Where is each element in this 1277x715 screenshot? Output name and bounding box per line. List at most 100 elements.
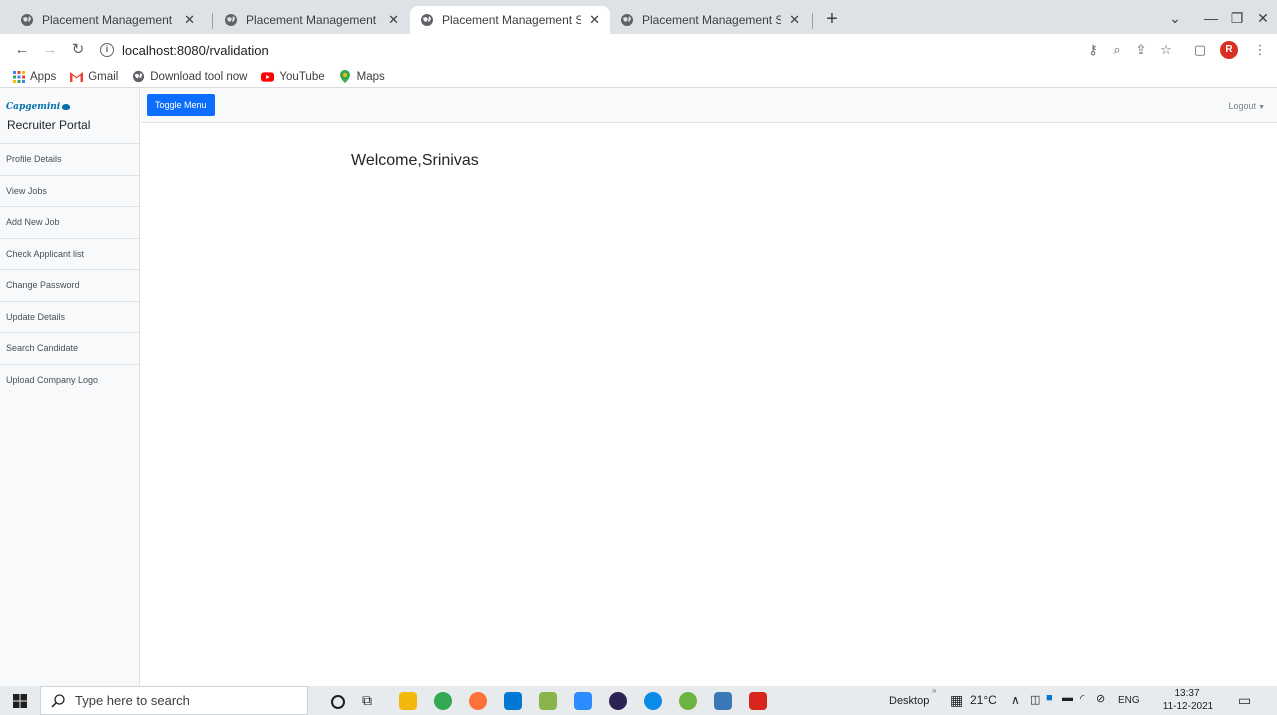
eclipse-icon[interactable]	[609, 692, 627, 710]
tray-zoom-icon[interactable]: ■	[1046, 692, 1053, 704]
search-placeholder: Type here to search	[75, 693, 190, 708]
logout-label: Logout	[1228, 101, 1257, 111]
task-view-icon[interactable]: ⧉	[362, 692, 380, 710]
volume-muted-icon[interactable]: ⊘	[1096, 692, 1105, 705]
sidebar: Capgemini Recruiter Portal Profile Detai…	[0, 88, 140, 686]
globe-icon	[620, 13, 634, 27]
maps-icon	[339, 70, 352, 83]
weather-icon[interactable]: ▦	[950, 692, 963, 709]
mysql-workbench-icon[interactable]	[714, 692, 732, 710]
show-hidden-icons-chevron-icon[interactable]: ∧	[1011, 693, 1020, 707]
close-icon[interactable]: ✕	[388, 12, 399, 28]
tab-title: Placement Management System	[42, 13, 176, 27]
browser-tab-strip: Placement Management System ✕ Placement …	[0, 0, 1277, 34]
acrobat-icon[interactable]	[749, 692, 767, 710]
clock-time[interactable]: 13:37	[1162, 688, 1212, 699]
zoom-app-icon[interactable]	[574, 692, 592, 710]
chrome-icon[interactable]	[434, 692, 452, 710]
logout-dropdown[interactable]: Logout ▼	[1229, 101, 1265, 111]
info-icon[interactable]: i	[100, 43, 114, 57]
browser-tab-1[interactable]: Placement Management System ✕	[10, 6, 205, 34]
tab-title: Placement Management System	[246, 13, 380, 27]
address-bar[interactable]: i localhost:8080/rvalidation	[100, 37, 1170, 63]
battery-icon[interactable]: ▬	[1062, 692, 1073, 704]
language-indicator[interactable]: ENG	[1118, 695, 1140, 706]
gmail-icon	[70, 70, 84, 83]
weather-temp[interactable]: 21°C	[970, 693, 997, 707]
sidebar-item-profile-details[interactable]: Profile Details	[0, 144, 139, 176]
toggle-menu-button[interactable]: Toggle Menu	[147, 94, 215, 116]
sidebar-item-search-candidate[interactable]: Search Candidate	[0, 333, 139, 365]
sidebar-brand: Capgemini Recruiter Portal	[0, 88, 139, 144]
search-icon	[51, 693, 65, 708]
tab-separator	[812, 13, 813, 29]
bookmarks-bar: Apps Gmail Download tool now YouTube Map…	[0, 66, 1277, 88]
tab-title: Placement Management System	[442, 13, 582, 27]
clock-date[interactable]: 11-12-2021	[1160, 701, 1216, 712]
zoom-icon[interactable]: ⌕	[1109, 42, 1125, 58]
portal-title: Recruiter Portal	[7, 118, 91, 132]
bookmark-download-tool[interactable]: Download tool now	[132, 70, 247, 83]
apps-grid-icon	[12, 70, 25, 83]
sidebar-item-update-details[interactable]: Update Details	[0, 302, 139, 333]
browser-tab-2[interactable]: Placement Management System ✕	[214, 6, 409, 34]
spring-tool-icon[interactable]	[679, 692, 697, 710]
bookmark-label: Apps	[30, 70, 57, 83]
store-icon[interactable]	[504, 692, 522, 710]
web-app: Capgemini Recruiter Portal Profile Detai…	[0, 88, 1277, 686]
firefox-icon[interactable]	[469, 692, 487, 710]
back-arrow-icon[interactable]: ←	[12, 40, 32, 60]
close-icon[interactable]: ✕	[789, 12, 800, 28]
windows-start-icon[interactable]	[0, 686, 40, 715]
notification-icon[interactable]: ▭	[1238, 692, 1251, 709]
sidebar-item-upload-company-logo[interactable]: Upload Company Logo	[0, 365, 139, 397]
browser-toolbar: ← → ↻ i localhost:8080/rvalidation ⚷ ⌕ ⇪…	[0, 34, 1277, 66]
star-bookmark-icon[interactable]: ☆	[1158, 42, 1174, 58]
new-tab-button[interactable]: +	[820, 6, 844, 32]
tray-app-icon[interactable]: ◫	[1030, 693, 1040, 706]
caret-down-icon: ▼	[1258, 104, 1265, 111]
sidebar-item-view-jobs[interactable]: View Jobs	[0, 176, 139, 207]
welcome-heading: Welcome,Srinivas	[351, 152, 479, 169]
cortana-icon[interactable]	[331, 695, 345, 709]
windows-taskbar: Type here to search	[0, 686, 1277, 715]
close-icon[interactable]: ✕	[589, 12, 600, 28]
desktop-toolbar-label[interactable]: Desktop	[889, 695, 929, 707]
file-explorer-icon[interactable]	[399, 692, 417, 710]
bookmark-youtube[interactable]: YouTube	[261, 70, 325, 83]
wifi-icon[interactable]: ◜	[1080, 692, 1084, 705]
screen: Placement Management System ✕ Placement …	[0, 0, 1277, 715]
sidebar-item-add-new-job[interactable]: Add New Job	[0, 207, 139, 239]
profile-avatar[interactable]: R	[1220, 41, 1238, 59]
bookmark-label: YouTube	[279, 70, 325, 83]
edge-icon[interactable]	[644, 692, 662, 710]
close-icon[interactable]: ✕	[184, 12, 195, 28]
globe-icon	[20, 13, 34, 27]
menu-kebab-icon[interactable]: ⋮	[1252, 42, 1268, 58]
tab-search-chevron-icon[interactable]: ⌄	[1160, 6, 1190, 30]
globe-icon	[132, 70, 145, 83]
taskbar-search-input[interactable]: Type here to search	[40, 686, 308, 715]
toolbar-expand-icon[interactable]: »	[932, 686, 936, 695]
share-icon[interactable]: ⇪	[1133, 42, 1149, 58]
close-window-button[interactable]: ✕	[1248, 6, 1277, 30]
bookmark-maps[interactable]: Maps	[339, 70, 385, 83]
globe-icon	[224, 13, 238, 27]
bookmark-label: Gmail	[88, 70, 119, 83]
tab-title: Placement Management System	[642, 13, 782, 27]
reload-icon[interactable]: ↻	[68, 40, 88, 60]
paint-icon[interactable]	[539, 692, 557, 710]
browser-tab-3-active[interactable]: Placement Management System ✕	[410, 6, 610, 34]
browser-tab-4[interactable]: Placement Management System ✕	[610, 6, 810, 34]
side-panel-icon[interactable]: ▢	[1192, 42, 1208, 58]
brand-logo: Capgemini	[6, 102, 139, 112]
globe-icon	[420, 13, 434, 27]
forward-arrow-icon[interactable]: →	[40, 40, 60, 60]
bookmark-label: Download tool now	[150, 70, 248, 83]
url-text: localhost:8080/rvalidation	[122, 42, 269, 58]
sidebar-item-change-password[interactable]: Change Password	[0, 270, 139, 302]
bookmark-gmail[interactable]: Gmail	[70, 70, 118, 83]
key-icon[interactable]: ⚷	[1085, 42, 1101, 58]
bookmark-apps[interactable]: Apps	[12, 70, 56, 83]
sidebar-item-check-applicant-list[interactable]: Check Applicant list	[0, 239, 139, 270]
